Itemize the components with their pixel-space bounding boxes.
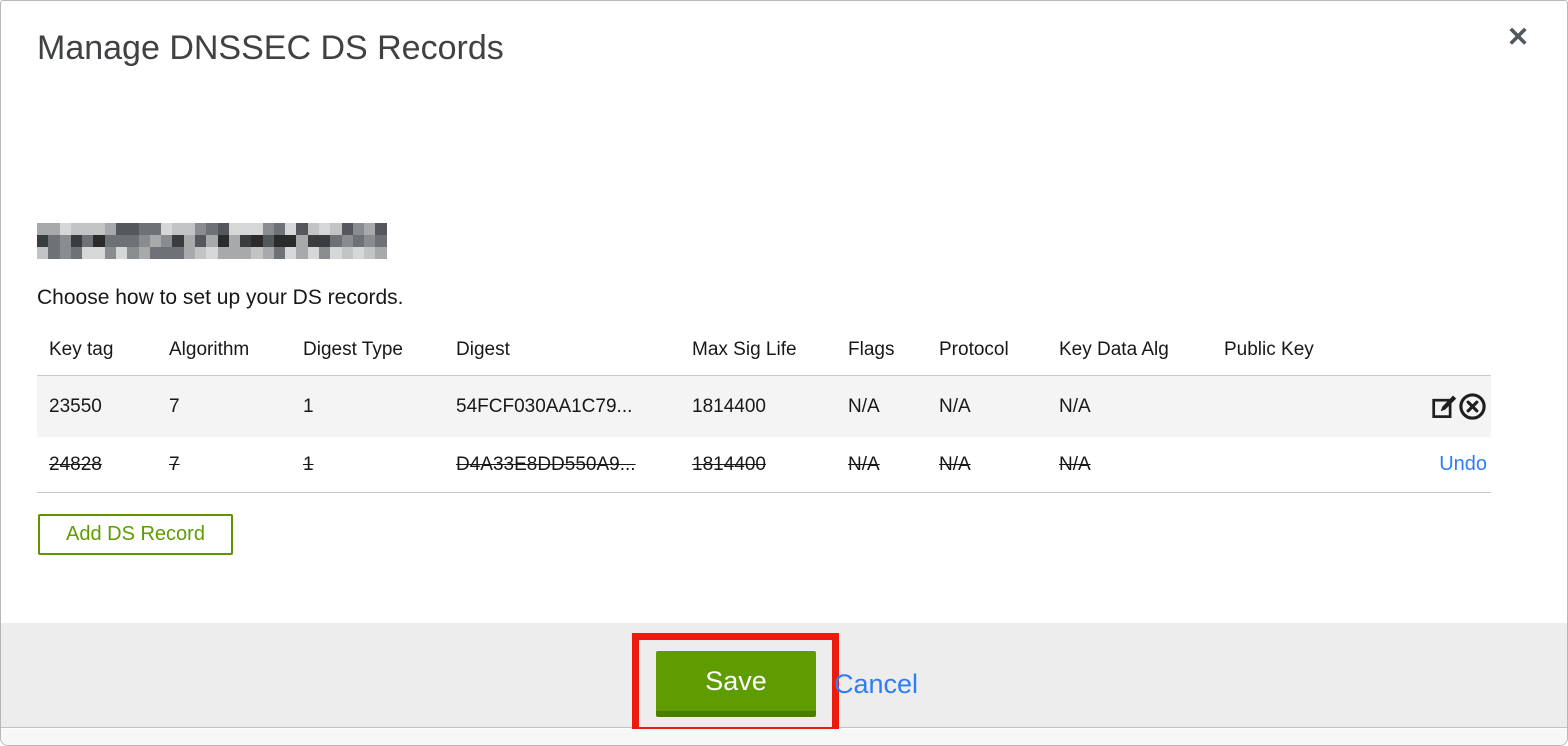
cell-protocol: N/A: [927, 437, 1047, 493]
cell-flags: N/A: [836, 437, 927, 493]
cell-protocol: N/A: [927, 375, 1047, 437]
cell-flags: N/A: [836, 375, 927, 437]
cell-digest: 54FCF030AA1C79...: [444, 375, 680, 437]
cell-algorithm: 7: [157, 375, 291, 437]
cell-max-sig-life: 1814400: [680, 437, 836, 493]
cell-public-key: [1212, 375, 1362, 437]
cell-key-tag: 23550: [37, 375, 157, 437]
page-title: Manage DNSSEC DS Records: [37, 29, 504, 67]
col-header-digest: Digest: [444, 327, 680, 376]
redacted-domain-name: [37, 223, 387, 259]
cell-digest-type: 1: [291, 375, 444, 437]
table-header-row: Key tag Algorithm Digest Type Digest Max…: [37, 327, 1491, 376]
col-header-flags: Flags: [836, 327, 927, 376]
save-button[interactable]: Save: [656, 651, 816, 717]
col-header-key-tag: Key tag: [37, 327, 157, 376]
cell-digest-type: 1: [291, 437, 444, 493]
cancel-link[interactable]: Cancel: [834, 669, 918, 700]
remove-icon[interactable]: [1458, 392, 1487, 421]
cell-algorithm: 7: [157, 437, 291, 493]
col-header-public-key: Public Key: [1212, 327, 1362, 376]
cell-key-data-alg: N/A: [1047, 375, 1212, 437]
col-header-digest-type: Digest Type: [291, 327, 444, 376]
page-background-strip: [1, 729, 1567, 745]
cell-max-sig-life: 1814400: [680, 375, 836, 437]
col-header-max-sig-life: Max Sig Life: [680, 327, 836, 376]
ds-records-table: Key tag Algorithm Digest Type Digest Max…: [37, 327, 1491, 493]
undo-link[interactable]: Undo: [1439, 453, 1487, 475]
modal-footer: Save Cancel: [1, 623, 1567, 734]
dnssec-modal: Manage DNSSEC DS Records ✕ Choose how to…: [0, 0, 1568, 746]
col-header-key-data-alg: Key Data Alg: [1047, 327, 1212, 376]
add-ds-record-button[interactable]: Add DS Record: [38, 514, 233, 555]
close-icon[interactable]: ✕: [1500, 19, 1536, 55]
cell-public-key: [1212, 437, 1362, 493]
col-header-algorithm: Algorithm: [157, 327, 291, 376]
cell-key-data-alg: N/A: [1047, 437, 1212, 493]
cell-key-tag: 24828: [37, 437, 157, 493]
instruction-text: Choose how to set up your DS records.: [37, 286, 404, 309]
edit-icon[interactable]: [1431, 393, 1458, 420]
col-header-protocol: Protocol: [927, 327, 1047, 376]
table-row: 23550 7 1 54FCF030AA1C79... 1814400 N/A …: [37, 375, 1491, 437]
table-row-deleted: 24828 7 1 D4A33E8DD550A9... 1814400 N/A …: [37, 437, 1491, 493]
cell-digest: D4A33E8DD550A9...: [444, 437, 680, 493]
